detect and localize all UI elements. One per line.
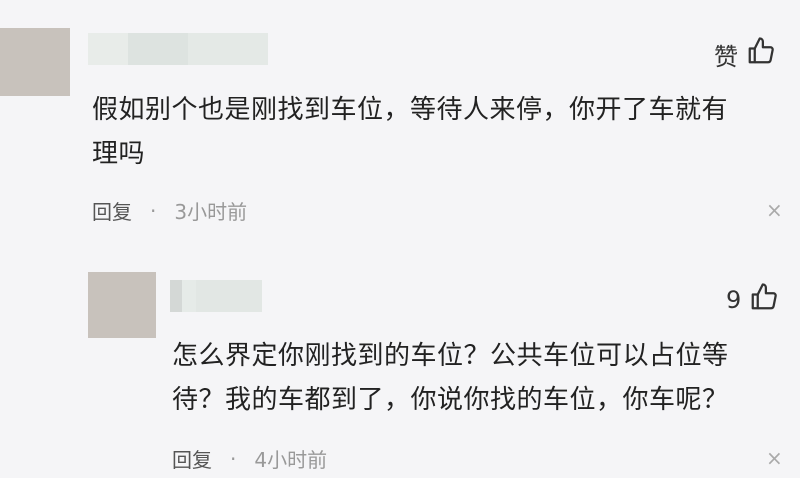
like-button[interactable]: 9 (726, 282, 779, 318)
close-icon[interactable]: × (766, 446, 783, 470)
like-count: 9 (726, 286, 742, 314)
thumbs-up-icon (741, 282, 779, 318)
comment-text: 怎么界定你刚找到的车位？公共车位可以占位等待？我的车都到了，你说你找的车位，你车… (172, 341, 729, 415)
avatar[interactable] (88, 272, 156, 338)
comment-2: 9 怎么界定你刚找到的车位？公共车位可以占位等待？我的车都到了，你说你找的车位，… (0, 0, 800, 478)
reply-button[interactable]: 回复 (172, 444, 212, 473)
comment-meta: 回复 · 4小时前 (172, 444, 327, 473)
username-blurred[interactable] (170, 280, 262, 312)
separator: · (230, 446, 237, 471)
timestamp: 4小时前 (254, 448, 328, 472)
